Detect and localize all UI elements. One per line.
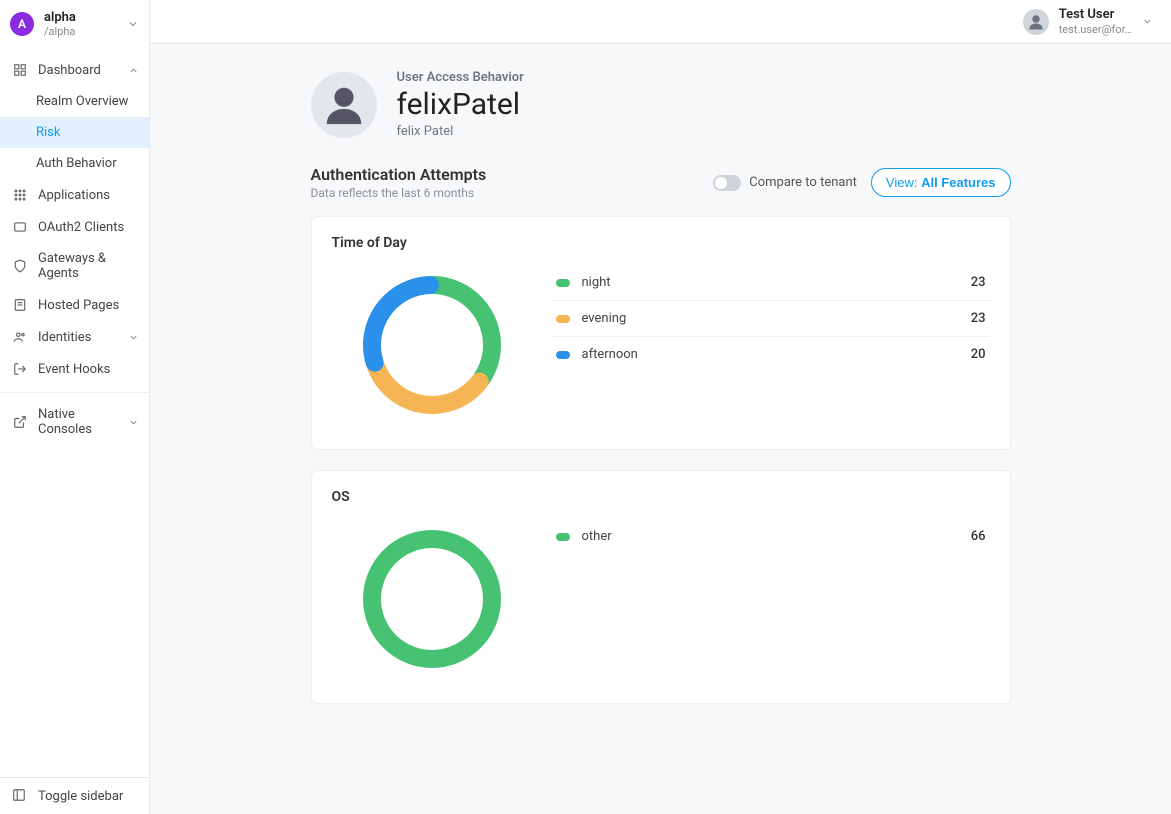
compare-toggle[interactable]: Compare to tenant <box>713 175 857 191</box>
legend-row: other66 <box>552 519 990 554</box>
legend-label: night <box>582 275 971 290</box>
sidebar-item-label: OAuth2 Clients <box>38 220 139 235</box>
donut-chart <box>332 265 532 425</box>
oauth-icon <box>12 219 28 235</box>
sidebar-item-realm-overview[interactable]: Realm Overview <box>0 86 149 117</box>
compare-label: Compare to tenant <box>749 175 857 190</box>
legend-swatch <box>556 279 570 287</box>
shield-icon <box>12 258 28 274</box>
separator <box>0 392 149 393</box>
chevron-down-icon <box>128 332 139 343</box>
apps-icon <box>12 187 28 203</box>
view-value: All Features <box>921 175 995 190</box>
tenant-avatar: A <box>10 12 34 36</box>
sidebar-item-dashboard[interactable]: Dashboard <box>0 54 149 86</box>
dashboard-icon <box>12 62 28 78</box>
profile-header: User Access Behavior felixPatel felix Pa… <box>311 70 1011 139</box>
chevron-down-icon <box>1142 16 1153 27</box>
legend-value: 23 <box>971 311 986 326</box>
chevron-down-icon <box>128 417 139 428</box>
page-title: felixPatel <box>397 87 524 122</box>
user-name: Test User <box>1059 7 1132 23</box>
legend-swatch <box>556 315 570 323</box>
sidebar-item-gateways-agents[interactable]: Gateways & Agents <box>0 243 149 289</box>
user-switcher[interactable]: Test User test.user@for… <box>1023 7 1153 36</box>
legend-label: other <box>582 529 971 544</box>
chart-legend: night23evening23afternoon20 <box>552 265 990 372</box>
sidebar-item-risk[interactable]: Risk <box>0 117 149 148</box>
section-subtitle: Data reflects the last 6 months <box>311 186 487 200</box>
sidebar-item-identities[interactable]: Identities <box>0 321 149 353</box>
tenant-sub: /alpha <box>44 25 127 38</box>
card-title: Time of Day <box>332 235 990 251</box>
identities-icon <box>12 329 28 345</box>
toggle-sidebar-label: Toggle sidebar <box>38 789 123 804</box>
legend-swatch <box>556 533 570 541</box>
chart-card-os: OS other66 <box>311 470 1011 704</box>
legend-label: afternoon <box>582 347 971 362</box>
sidebar-item-label: Identities <box>38 330 128 345</box>
chart-card-time-of-day: Time of Daynight23evening23afternoon20 <box>311 216 1011 450</box>
toggle-switch-icon <box>713 175 741 191</box>
legend-row: evening23 <box>552 301 990 337</box>
legend-value: 23 <box>971 275 986 290</box>
donut-segment <box>372 539 492 659</box>
sidebar-item-label: Applications <box>38 188 139 203</box>
chevron-down-icon <box>127 18 139 30</box>
sidebar-item-label: Event Hooks <box>38 362 139 377</box>
sidebar-item-hosted-pages[interactable]: Hosted Pages <box>0 289 149 321</box>
chevron-up-icon <box>128 65 139 76</box>
nav: Dashboard Realm Overview Risk Auth Behavior… <box>0 48 149 386</box>
legend-label: evening <box>582 311 971 326</box>
sidebar-item-label: Native Consoles <box>38 407 128 437</box>
sidebar-item-label: Realm Overview <box>36 94 139 109</box>
chart-legend: other66 <box>552 519 990 554</box>
donut-chart <box>332 519 532 679</box>
section-title: Authentication Attempts <box>311 165 487 184</box>
view-prefix: View: <box>886 175 921 190</box>
sidebar-item-event-hooks[interactable]: Event Hooks <box>0 353 149 385</box>
pages-icon <box>12 297 28 313</box>
avatar <box>311 72 377 138</box>
collapse-icon <box>12 788 28 804</box>
legend-row: afternoon20 <box>552 337 990 372</box>
logout-icon <box>12 361 28 377</box>
sidebar-item-auth-behavior[interactable]: Auth Behavior <box>0 148 149 179</box>
legend-value: 20 <box>971 347 986 362</box>
sidebar-item-risk-administration[interactable]: Risk Administration <box>0 385 149 386</box>
sidebar-item-oauth2-clients[interactable]: OAuth2 Clients <box>0 211 149 243</box>
legend-value: 66 <box>971 529 986 544</box>
sidebar-item-native-consoles[interactable]: Native Consoles <box>0 399 149 445</box>
breadcrumb: User Access Behavior <box>397 70 524 85</box>
legend-swatch <box>556 351 570 359</box>
legend-row: night23 <box>552 265 990 301</box>
user-email: test.user@for… <box>1059 23 1132 36</box>
avatar <box>1023 9 1049 35</box>
tenant-name: alpha <box>44 10 127 25</box>
toggle-sidebar-button[interactable]: Toggle sidebar <box>0 777 149 814</box>
sidebar: A alpha /alpha Dashboard Realm Overview Ri… <box>0 0 150 814</box>
topbar: Test User test.user@for… <box>150 0 1171 44</box>
sidebar-item-label: Dashboard <box>38 63 128 78</box>
tenant-switcher[interactable]: A alpha /alpha <box>0 0 149 48</box>
sidebar-item-label: Gateways & Agents <box>38 251 139 281</box>
sidebar-item-applications[interactable]: Applications <box>0 179 149 211</box>
sidebar-item-label: Auth Behavior <box>36 156 139 171</box>
view-features-button[interactable]: View: All Features <box>871 168 1011 197</box>
profile-fullname: felix Patel <box>397 124 524 139</box>
sidebar-item-label: Hosted Pages <box>38 298 139 313</box>
card-title: OS <box>332 489 990 505</box>
external-icon <box>12 414 28 430</box>
sidebar-item-label: Risk <box>36 125 139 140</box>
